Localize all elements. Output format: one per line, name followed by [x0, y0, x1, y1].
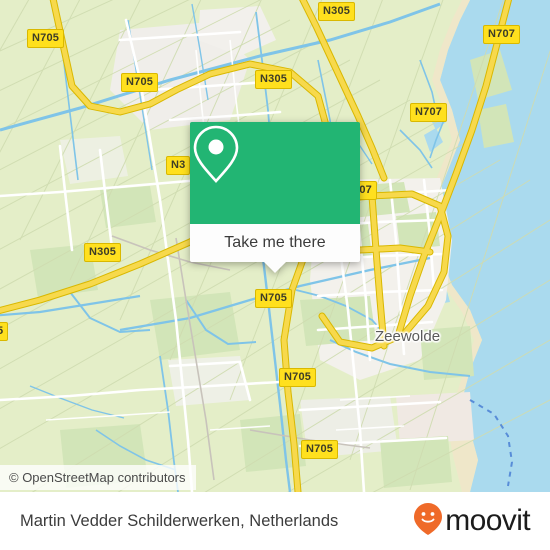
map-attribution[interactable]: © OpenStreetMap contributors — [0, 465, 196, 490]
footer-bar: Martin Vedder Schilderwerken, Netherland… — [0, 492, 550, 550]
road-shield: N305 — [255, 70, 293, 89]
popup-tail — [264, 262, 286, 273]
road-shield: N705 — [301, 440, 339, 459]
road-shield: N305 — [318, 2, 356, 21]
road-shield: N705 — [27, 29, 65, 48]
road-shield: N705 — [121, 73, 159, 92]
road-shield: N705 — [279, 368, 317, 387]
location-popup[interactable]: Take me there — [190, 122, 360, 273]
map-screenshot: Zeewolde N705 N705 N305 N305 N707 N707 N… — [0, 0, 550, 550]
map-canvas[interactable]: Zeewolde N705 N705 N305 N305 N707 N707 N… — [0, 0, 550, 492]
city-label-zeewolde: Zeewolde — [375, 328, 441, 345]
popup-image-area — [190, 122, 360, 224]
take-me-there-button[interactable]: Take me there — [190, 224, 360, 273]
moovit-wordmark: moovit — [445, 504, 530, 537]
road-shield: N707 — [483, 25, 521, 44]
road-shield: N707 — [410, 103, 448, 122]
moovit-smiley-pin-icon — [413, 502, 443, 541]
place-title: Martin Vedder Schilderwerken, Netherland… — [20, 511, 339, 530]
take-me-there-label: Take me there — [224, 234, 326, 251]
road-shield-clipped: 5 — [0, 322, 9, 341]
road-shield: N705 — [255, 289, 293, 308]
moovit-logo[interactable]: moovit — [413, 502, 531, 541]
road-shield-clipped: N3 — [166, 156, 191, 175]
road-shield: N305 — [84, 243, 122, 262]
